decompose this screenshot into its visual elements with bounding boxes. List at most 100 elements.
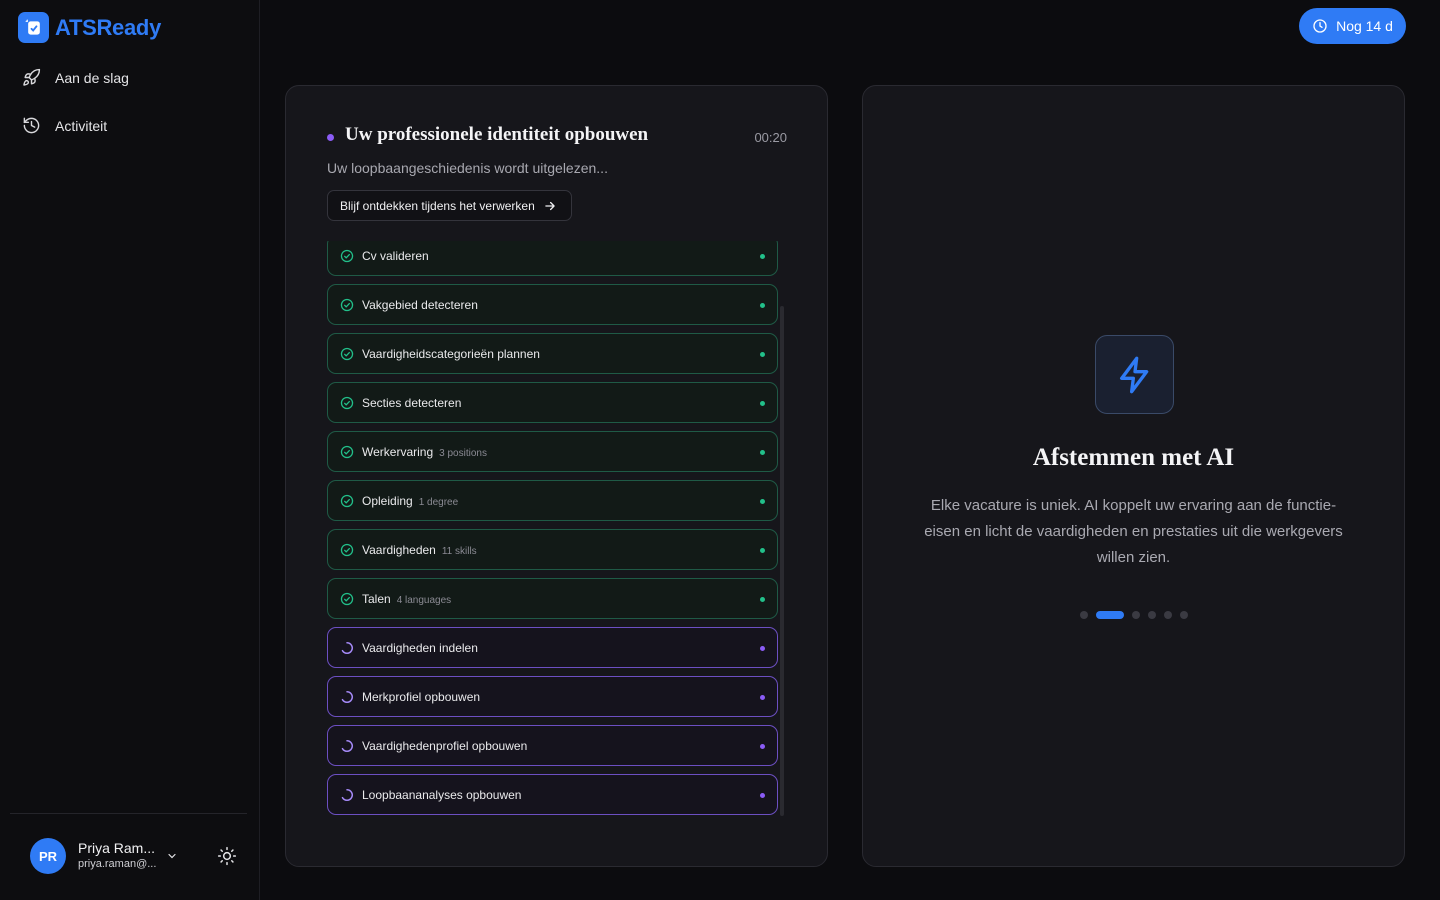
- step-label: Vaardighedenprofiel opbouwen: [362, 739, 527, 753]
- loading-spinner-icon: [341, 788, 353, 801]
- step-meta: 11 skills: [441, 546, 477, 557]
- feature-icon-box: [1095, 335, 1174, 414]
- step-label: Loopbaananalyses opbouwen: [362, 788, 521, 802]
- step-label-text: Werkervaring: [362, 445, 434, 459]
- avatar: PR: [30, 838, 66, 874]
- brand-name-part1: ATS: [55, 14, 97, 40]
- step-item: Vakgebied detecteren: [327, 284, 778, 325]
- step-label: Vaardigheidscategorieën plannen: [362, 347, 540, 361]
- step-item: Secties detecteren: [327, 382, 778, 423]
- processing-card: Uw professionele identiteit opbouwen 00:…: [285, 85, 828, 867]
- step-label: Vaardigheden 11 skills: [362, 543, 477, 557]
- trial-remaining-button[interactable]: Nog 14 d: [1299, 8, 1406, 44]
- carousel-dot[interactable]: [1147, 611, 1156, 619]
- user-name: Priya Ram...: [78, 840, 156, 857]
- step-status-dot: [760, 793, 765, 798]
- rocket-icon: [23, 68, 41, 86]
- step-item: Opleiding 1 degree: [327, 480, 778, 521]
- status-dot: [327, 134, 334, 141]
- feature-card: Afstemmen met AI Elke vacature is uniek.…: [862, 85, 1405, 867]
- step-label-text: Opleiding: [362, 494, 413, 508]
- step-label-text: Cv valideren: [362, 249, 429, 263]
- sidebar-item-label: Aan de slag: [55, 69, 129, 86]
- carousel-dot[interactable]: [1079, 611, 1088, 619]
- step-item: Werkervaring 3 positions: [327, 431, 778, 472]
- carousel-dots: [863, 611, 1404, 619]
- check-circle-icon: [340, 298, 354, 312]
- step-label-text: Loopbaananalyses opbouwen: [362, 788, 522, 802]
- sidebar-item-activiteit[interactable]: Activiteit: [22, 116, 107, 135]
- step-label: Secties detecteren: [362, 396, 461, 410]
- loading-spinner-icon: [341, 690, 353, 703]
- processing-subtitle: Uw loopbaangeschiedenis wordt uitgelezen…: [327, 160, 608, 176]
- step-label-text: Vaardighedenprofiel opbouwen: [362, 739, 528, 753]
- check-circle-icon: [340, 543, 354, 557]
- steps-list[interactable]: Cv valideren Vakgebied detecteren Vaardigh…: [327, 241, 778, 821]
- user-email: priya.raman@...: [78, 857, 157, 870]
- history-icon: [23, 117, 40, 134]
- user-profile[interactable]: PR Priya Ram... priya.raman@...: [30, 838, 156, 874]
- feature-description: Elke vacature is uniek. AI koppelt uw er…: [924, 497, 1343, 566]
- step-item: Vaardigheidscategorieën plannen: [327, 333, 778, 374]
- step-label: Merkprofiel opbouwen: [362, 690, 480, 704]
- step-label: Opleiding 1 degree: [362, 494, 458, 508]
- chevron-down-icon[interactable]: [166, 850, 178, 862]
- processing-timer: 00:20: [754, 130, 787, 145]
- step-label-text: Vakgebied detecteren: [362, 298, 478, 312]
- check-circle-icon: [340, 494, 354, 508]
- step-status-dot: [760, 499, 765, 504]
- step-label-text: Vaardigheden: [362, 543, 436, 557]
- loading-spinner-icon: [341, 739, 353, 752]
- step-item: Vaardigheden 11 skills: [327, 529, 778, 570]
- sidebar: ATSReady Aan de slag Activiteit PR Priya…: [0, 0, 260, 900]
- step-status-dot: [760, 450, 765, 455]
- step-item: Loopbaananalyses opbouwen: [327, 774, 778, 815]
- explore-button[interactable]: Blijf ontdekken tijdens het verwerken: [327, 190, 572, 221]
- step-label-text: Secties detecteren: [362, 396, 462, 410]
- carousel-dot[interactable]: [1131, 611, 1140, 619]
- user-info: Priya Ram... priya.raman@...: [78, 840, 156, 871]
- step-item: Vaardigheden indelen: [327, 627, 778, 668]
- loading-spinner-icon: [341, 641, 353, 654]
- step-status-dot: [760, 597, 765, 602]
- step-item: Talen 4 languages: [327, 578, 778, 619]
- check-circle-icon: [340, 445, 354, 459]
- clock-icon: [1313, 19, 1327, 33]
- step-label: Vakgebied detecteren: [362, 298, 478, 312]
- logo-icon: [18, 12, 49, 43]
- check-circle-icon: [340, 249, 354, 263]
- carousel-dot[interactable]: [1163, 611, 1172, 619]
- step-label-text: Vaardigheidscategorieën plannen: [362, 347, 540, 361]
- explore-label: Blijf ontdekken tijdens het verwerken: [340, 198, 535, 213]
- step-status-dot: [760, 401, 765, 406]
- carousel-dot[interactable]: [1095, 611, 1124, 619]
- step-label-text: Merkprofiel opbouwen: [362, 690, 481, 704]
- carousel-dot[interactable]: [1179, 611, 1188, 619]
- processing-title: Uw professionele identiteit opbouwen: [345, 124, 649, 145]
- step-label: Werkervaring 3 positions: [362, 445, 487, 459]
- check-circle-icon: [340, 396, 354, 410]
- step-status-dot: [760, 695, 765, 700]
- theme-toggle-sun-icon[interactable]: [217, 846, 237, 866]
- step-label: Talen 4 languages: [362, 592, 451, 606]
- feature-title: Afstemmen met AI: [1032, 444, 1235, 471]
- step-meta: 3 positions: [439, 448, 487, 459]
- sidebar-divider: [10, 813, 247, 814]
- app-logo[interactable]: ATSReady: [18, 12, 161, 43]
- sidebar-item-aan-de-slag[interactable]: Aan de slag: [22, 68, 129, 87]
- step-item: Cv valideren: [327, 241, 778, 276]
- lightning-icon: [1119, 356, 1148, 393]
- check-circle-icon: [340, 592, 354, 606]
- arrow-right-icon: [545, 201, 555, 210]
- step-label-text: Talen: [362, 592, 391, 606]
- step-status-dot: [760, 254, 765, 259]
- step-status-dot: [760, 352, 765, 357]
- steps-scrollbar[interactable]: [780, 306, 784, 816]
- sidebar-item-label: Activiteit: [55, 117, 108, 134]
- step-status-dot: [760, 548, 765, 553]
- step-meta: 4 languages: [396, 595, 452, 606]
- brand-name: ATSReady: [55, 15, 161, 41]
- trial-label: Nog 14 d: [1336, 18, 1393, 34]
- check-circle-icon: [340, 347, 354, 361]
- step-label: Cv valideren: [362, 249, 429, 263]
